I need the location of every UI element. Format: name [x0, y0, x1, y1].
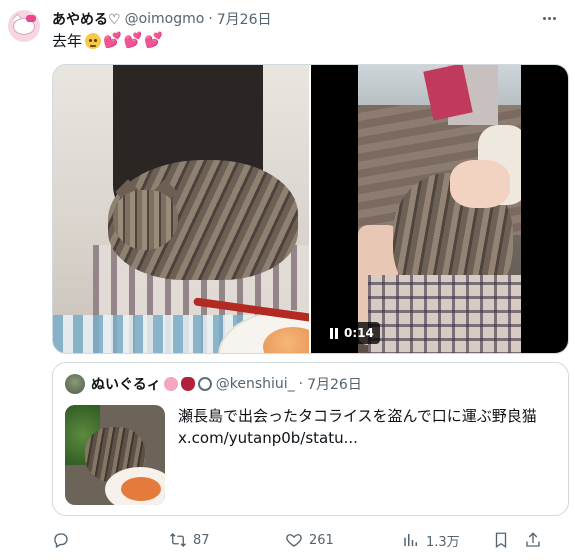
share-button[interactable] [524, 529, 542, 551]
quoted-text-line: 瀬長島で出会ったタコライスを盗んで口に運ぶ野良猫 [178, 407, 537, 425]
bookmark-icon [495, 532, 507, 549]
retweet-button[interactable]: 87 [169, 529, 210, 551]
views-count: 1.3万 [426, 534, 460, 550]
tweet-date[interactable]: 7月26日 [217, 9, 272, 29]
heart-emoji-icon: 💕 [123, 31, 143, 49]
reply-icon [54, 533, 68, 548]
action-bar: 87 261 1.3万 [52, 529, 569, 551]
tweet-media: 0:14 [52, 64, 569, 354]
bookmark-button[interactable] [492, 529, 510, 551]
tweet-text-content: 去年 [52, 32, 83, 50]
author-avatar[interactable] [8, 10, 40, 42]
like-icon [286, 534, 302, 547]
separator-dot: · [208, 11, 213, 27]
video-duration-badge[interactable]: 0:14 [324, 322, 380, 344]
quoted-tweet[interactable]: ぬいぐるィ @kenshiui_ · 7月26日 瀬長島で出会ったタコライスを盗… [52, 362, 569, 516]
quoted-tweet-text: 瀬長島で出会ったタコライスを盗んで口に運ぶ野良猫 x.com/yutanp0b/… [178, 405, 537, 449]
anatomical-heart-emoji-icon [180, 377, 195, 391]
quoted-author-avatar [65, 374, 85, 394]
stethoscope-emoji-icon [197, 377, 212, 391]
video-duration: 0:14 [344, 326, 374, 340]
pleading-face-emoji-icon [85, 32, 102, 49]
views-icon [404, 534, 417, 546]
retweet-count: 87 [193, 532, 210, 548]
share-icon [526, 532, 540, 547]
views-button[interactable]: 1.3万 [402, 529, 460, 551]
cat-video[interactable]: 0:14 [311, 65, 568, 353]
author-handle[interactable]: @oimogmo [125, 11, 205, 27]
retweet-icon [170, 533, 186, 547]
reply-button[interactable] [52, 529, 76, 551]
like-button[interactable]: 261 [285, 529, 334, 551]
more-icon[interactable] [539, 8, 559, 28]
author-name[interactable]: あやめる♡ [52, 9, 121, 29]
quoted-tweet-date: 7月26日 [307, 377, 362, 393]
separator-dot: · [298, 376, 304, 392]
quoted-tweet-header: ぬいぐるィ @kenshiui_ · 7月26日 [91, 374, 362, 394]
quoted-author-name: ぬいぐるィ [91, 377, 161, 393]
avatar-bow [26, 15, 36, 22]
tweet-text: 去年 💕 💕 💕 [52, 30, 163, 51]
heart-emoji-icon: 💕 [144, 31, 164, 49]
cat-photo[interactable] [53, 65, 309, 353]
quoted-author-handle: @kenshiui_ [215, 376, 295, 392]
tweet-header: あやめる♡ @oimogmo · 7月26日 [52, 9, 272, 29]
heart-emoji-icon: 💕 [103, 31, 122, 49]
pause-icon[interactable] [330, 327, 338, 339]
quoted-media-thumbnail [65, 405, 165, 505]
brain-emoji-icon [163, 377, 178, 391]
like-count: 261 [309, 532, 334, 548]
quoted-link: x.com/yutanp0b/statu... [178, 429, 358, 447]
